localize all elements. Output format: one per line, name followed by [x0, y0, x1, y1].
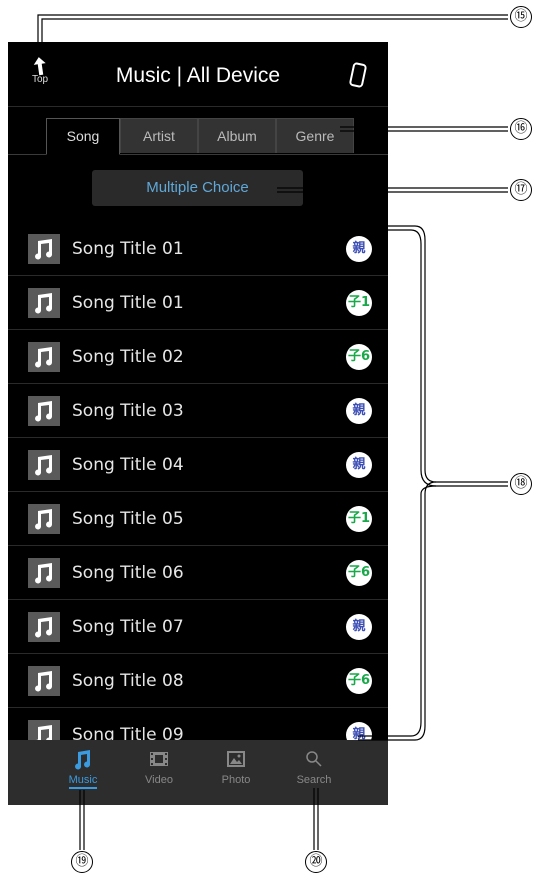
callout-20: ⑳	[305, 851, 327, 873]
callout-19: ⑲	[71, 851, 93, 873]
callout-17: ⑰	[510, 179, 532, 201]
callout-18: ⑱	[510, 473, 532, 495]
callout-16: ⑯	[510, 118, 532, 140]
callout-lines	[37, 14, 508, 850]
callout-15: ⑮	[510, 6, 532, 28]
